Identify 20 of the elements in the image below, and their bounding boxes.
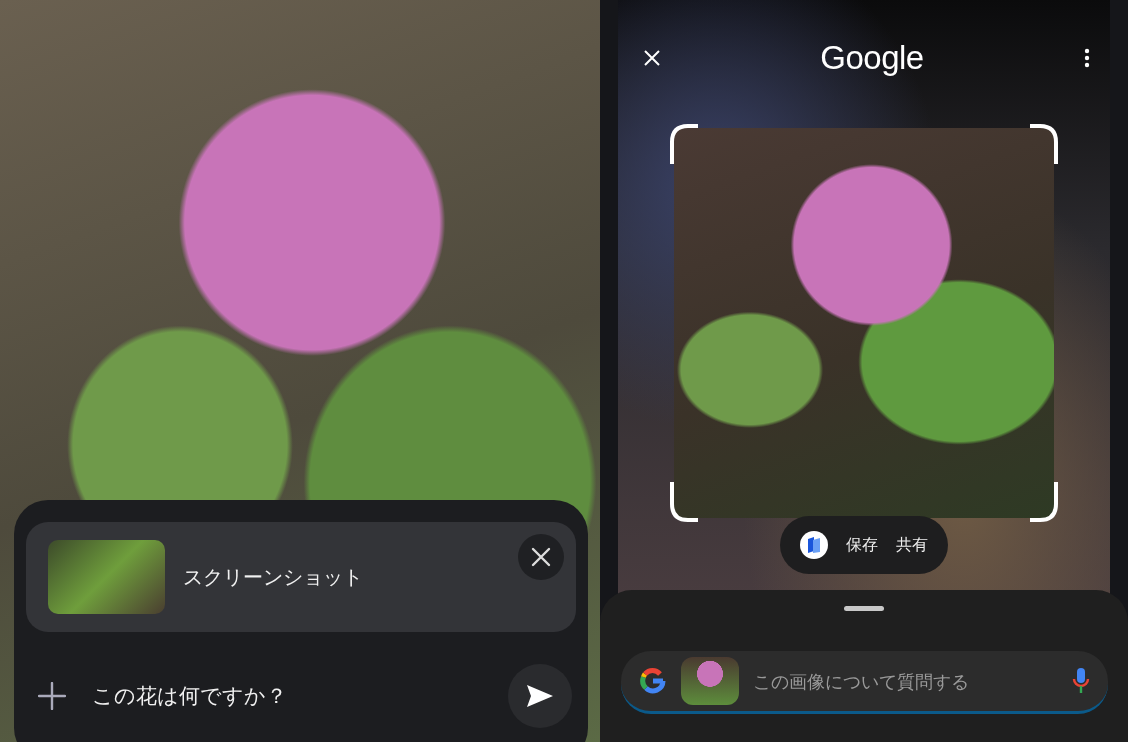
prompt-input[interactable]: この花は何ですか？ bbox=[92, 684, 482, 708]
close-button[interactable] bbox=[644, 50, 660, 66]
search-field[interactable]: この画像について質問する bbox=[621, 651, 1108, 714]
close-button[interactable] bbox=[518, 534, 564, 580]
plus-icon[interactable] bbox=[38, 682, 66, 710]
more-button[interactable] bbox=[1084, 48, 1090, 68]
more-icon bbox=[1084, 48, 1090, 68]
microphone-icon[interactable] bbox=[1072, 667, 1090, 695]
send-icon bbox=[526, 684, 554, 708]
search-input[interactable]: この画像について質問する bbox=[753, 670, 1058, 692]
close-icon bbox=[531, 547, 551, 567]
google-g-icon bbox=[639, 667, 667, 695]
thumbnail-placeholder bbox=[681, 657, 739, 705]
close-icon bbox=[644, 50, 660, 66]
lens-icon[interactable] bbox=[800, 531, 828, 559]
drag-handle[interactable] bbox=[844, 606, 884, 611]
attachment-label: スクリーンショット bbox=[183, 563, 363, 591]
google-logo: Google bbox=[820, 39, 924, 77]
action-button[interactable]: 共有 bbox=[896, 534, 928, 556]
action-button[interactable]: 保存 bbox=[846, 534, 878, 556]
